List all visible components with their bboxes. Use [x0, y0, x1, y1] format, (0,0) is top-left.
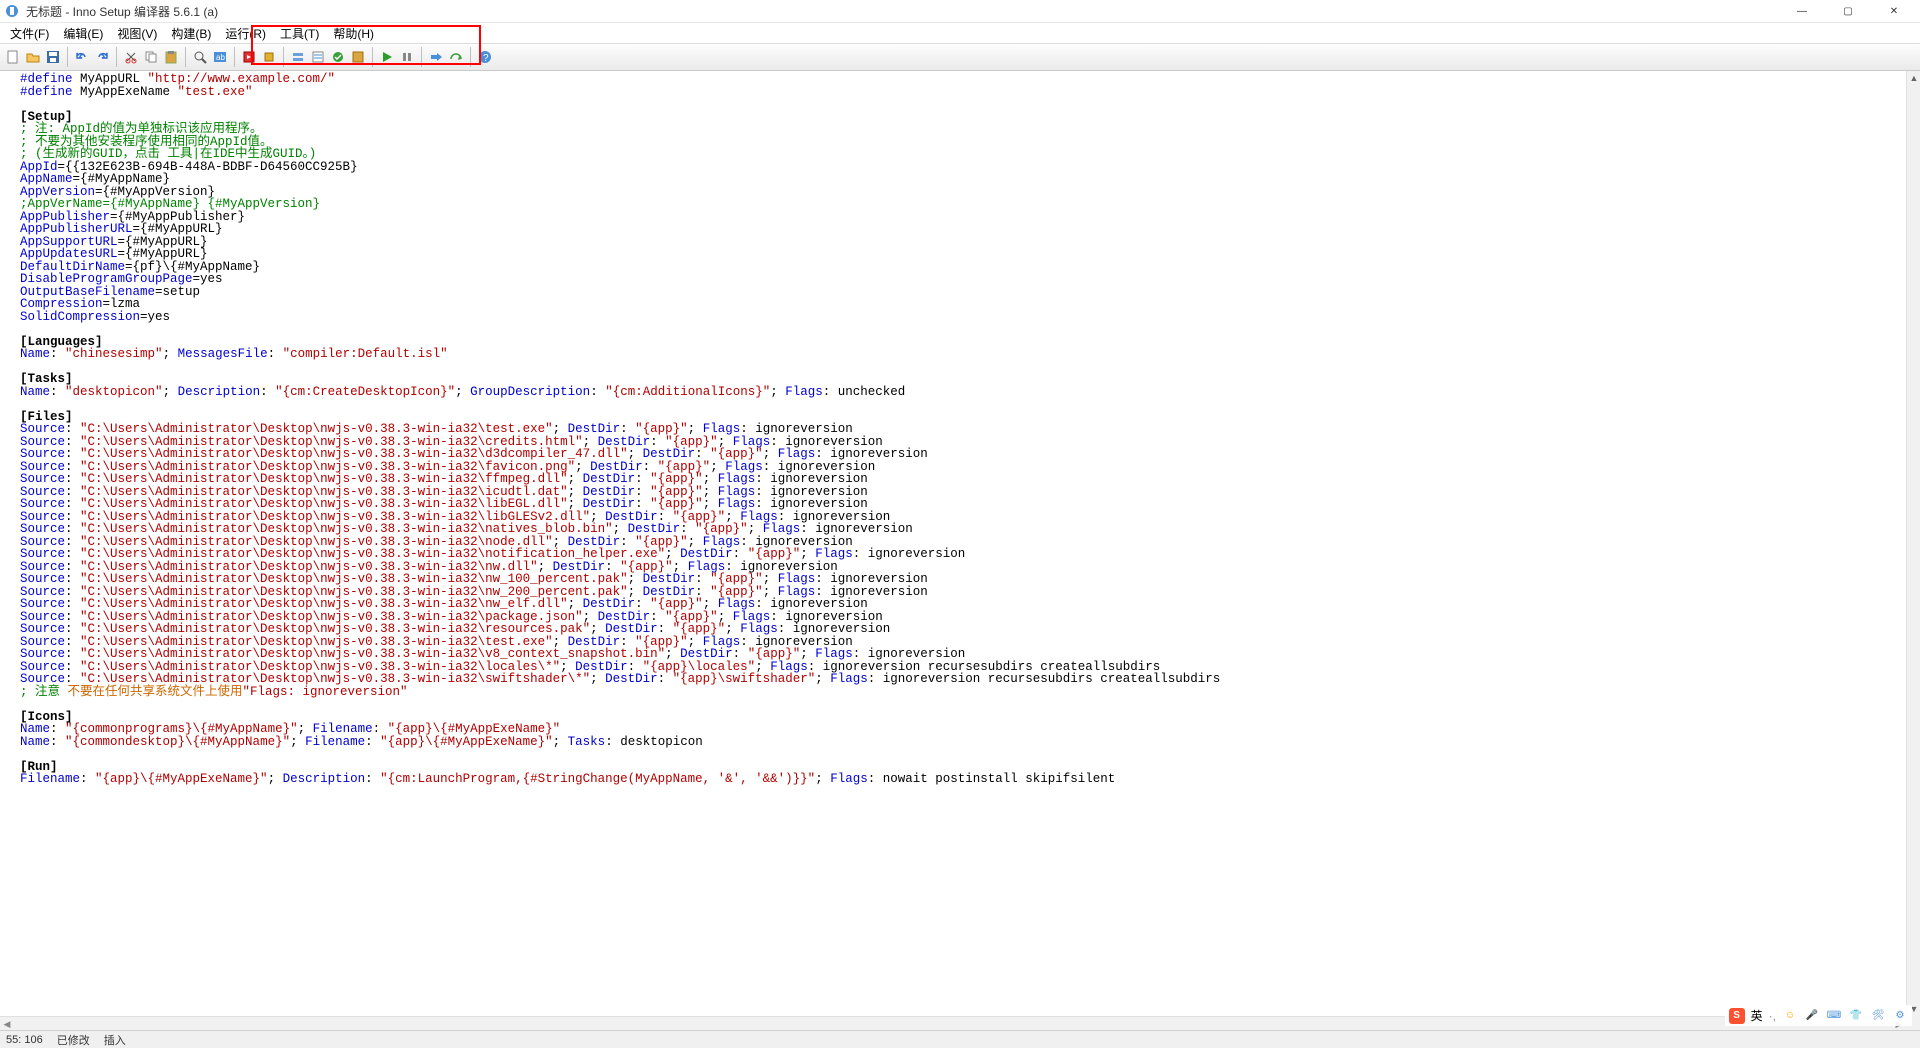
ime-toolbar[interactable]: S 英 ·, ☺ 🎤 ⌨ 👕 🛠 ⚙ — [1725, 1005, 1912, 1026]
separator — [67, 47, 68, 67]
separator — [470, 47, 471, 67]
save-icon[interactable] — [44, 48, 62, 66]
menu-view[interactable]: 视图(V) — [111, 23, 163, 44]
separator — [421, 47, 422, 67]
cursor-position: 55: 106 — [6, 1034, 43, 1046]
code-editor[interactable]: #define MyAppURL "http://www.example.com… — [0, 71, 1906, 1030]
mic-icon[interactable]: 🎤 — [1804, 1008, 1820, 1024]
run-icon[interactable] — [378, 48, 396, 66]
horizontal-scrollbar[interactable]: ◀ ▶ — [0, 1016, 1906, 1030]
insert-mode: 插入 — [104, 1032, 126, 1048]
modified-indicator: 已修改 — [57, 1032, 90, 1048]
menu-help[interactable]: 帮助(H) — [327, 23, 380, 44]
svg-text:ab: ab — [216, 53, 225, 62]
separator — [234, 47, 235, 67]
ime-lang[interactable]: 英 — [1751, 1007, 1763, 1024]
toolbar: ab ? — [0, 43, 1920, 71]
step-over-icon[interactable] — [447, 48, 465, 66]
new-icon[interactable] — [4, 48, 22, 66]
maximize-button[interactable]: ▢ — [1834, 1, 1862, 21]
pause-icon[interactable] — [398, 48, 416, 66]
settings-icon[interactable]: ⚙ — [1892, 1008, 1908, 1024]
find-icon[interactable] — [191, 48, 209, 66]
help-icon[interactable]: ? — [476, 48, 494, 66]
menu-tools[interactable]: 工具(T) — [274, 23, 325, 44]
compile-icon[interactable] — [240, 48, 258, 66]
menubar: 文件(F) 编辑(E) 视图(V) 构建(B) 运行(R) 工具(T) 帮助(H… — [0, 23, 1920, 43]
separator — [116, 47, 117, 67]
replace-icon[interactable]: ab — [211, 48, 229, 66]
skin-icon[interactable]: 👕 — [1848, 1008, 1864, 1024]
emoji-icon[interactable]: ☺ — [1782, 1008, 1798, 1024]
step-icon[interactable] — [427, 48, 445, 66]
editor-area: #define MyAppURL "http://www.example.com… — [0, 71, 1920, 1030]
separator — [185, 47, 186, 67]
toolbox-icon[interactable]: 🛠 — [1870, 1008, 1886, 1024]
sign-icon[interactable] — [329, 48, 347, 66]
scroll-left-icon[interactable]: ◀ — [0, 1017, 14, 1030]
app-icon — [4, 3, 20, 19]
options-icon[interactable] — [289, 48, 307, 66]
titlebar: 无标题 - Inno Setup 编译器 5.6.1 (a) — ▢ ✕ — [0, 0, 1920, 23]
cut-icon[interactable] — [122, 48, 140, 66]
close-button[interactable]: ✕ — [1880, 1, 1908, 21]
redo-icon[interactable] — [93, 48, 111, 66]
svg-text:?: ? — [483, 53, 489, 64]
sogou-icon[interactable]: S — [1729, 1008, 1745, 1024]
menu-run[interactable]: 运行(R) — [219, 23, 272, 44]
menu-build[interactable]: 构建(B) — [165, 23, 217, 44]
window-title: 无标题 - Inno Setup 编译器 5.6.1 (a) — [26, 3, 1788, 20]
separator — [372, 47, 373, 67]
undo-icon[interactable] — [73, 48, 91, 66]
statusbar: 55: 106 已修改 插入 — [0, 1030, 1920, 1048]
open-icon[interactable] — [24, 48, 42, 66]
copy-icon[interactable] — [142, 48, 160, 66]
vertical-scrollbar[interactable]: ▲ ▼ — [1906, 71, 1920, 1016]
keyboard-icon[interactable]: ⌨ — [1826, 1008, 1842, 1024]
minimize-button[interactable]: — — [1788, 1, 1816, 21]
scroll-up-icon[interactable]: ▲ — [1907, 71, 1920, 85]
test-icon[interactable] — [349, 48, 367, 66]
paste-icon[interactable] — [162, 48, 180, 66]
preprocess-icon[interactable] — [309, 48, 327, 66]
stop-compile-icon[interactable] — [260, 48, 278, 66]
menu-file[interactable]: 文件(F) — [4, 23, 55, 44]
separator — [283, 47, 284, 67]
menu-edit[interactable]: 编辑(E) — [57, 23, 109, 44]
